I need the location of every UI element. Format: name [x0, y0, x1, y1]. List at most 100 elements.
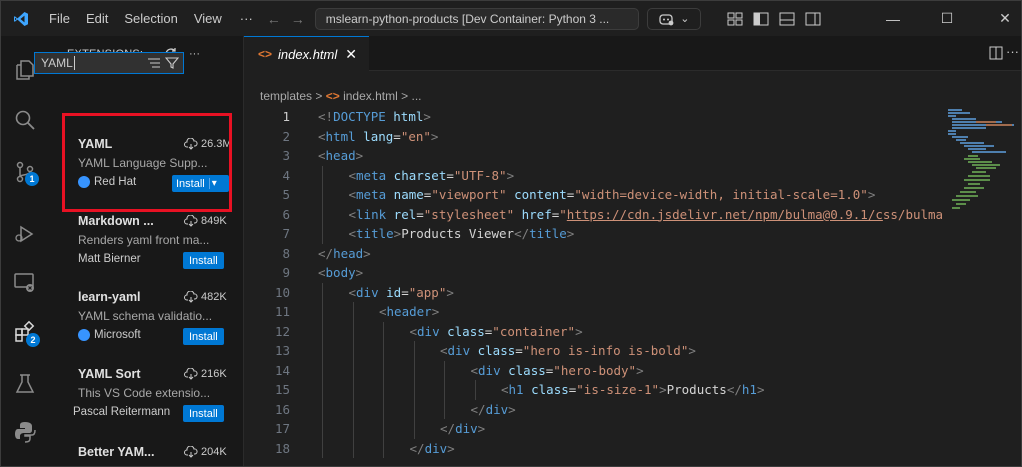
code-editor[interactable]: 1 <!DOCTYPE html> 2 <html lang="en"> 3 <head>…	[244, 107, 1021, 466]
code-token: </	[470, 401, 486, 417]
close-tab-icon[interactable]: ✕	[345, 46, 357, 63]
code-text: <!DOCTYPE html>	[318, 107, 431, 126]
forward-arrow-icon[interactable]: →	[291, 11, 305, 27]
maximize-icon[interactable]: ☐	[927, 1, 967, 36]
minimize-icon[interactable]: —	[873, 1, 913, 36]
extension-item-better-yaml[interactable]: Better YAM... 204K	[77, 437, 237, 466]
extension-item-markdown-yaml[interactable]: Markdown ... 849K Renders yaml front ma.…	[77, 208, 237, 284]
indent-guide	[322, 360, 323, 380]
title-bar: File Edit Selection View ··· ← → mslearn…	[1, 1, 1021, 36]
minimap[interactable]	[946, 107, 1016, 227]
menu-selection[interactable]: Selection	[116, 11, 185, 26]
code-line[interactable]: 15 <h1 class="is-size-1">Products</h1>	[244, 380, 1021, 400]
code-line[interactable]: 10 <div id="app">	[244, 282, 1021, 302]
extension-downloads: 204K	[184, 446, 227, 458]
code-token: class	[500, 362, 546, 378]
line-number: 10	[274, 284, 290, 300]
code-line[interactable]: 13 <div class="hero is-info is-bold">	[244, 341, 1021, 361]
indent-guide	[352, 419, 354, 439]
indent-guide	[444, 380, 445, 400]
code-token: meta	[356, 187, 387, 202]
more-actions-icon[interactable]: ···	[189, 48, 200, 60]
code-token: <	[318, 128, 326, 144]
tab-index-html[interactable]: <> index.html ✕	[244, 36, 369, 71]
install-button[interactable]: Install	[183, 328, 224, 345]
code-token: title	[529, 226, 567, 241]
extension-item-learn-yaml[interactable]: learn-yaml 482K YAML schema validatio...…	[77, 284, 237, 360]
layout-controls	[727, 12, 821, 26]
code-line[interactable]: 5 <meta name="viewport" content="width=de…	[244, 185, 1021, 205]
extensions-search-input[interactable]: YAML	[34, 52, 184, 74]
download-count: 849K	[201, 215, 227, 227]
install-button[interactable]: Install	[183, 405, 224, 422]
code-token: class	[439, 323, 485, 339]
code-token: =	[515, 343, 523, 358]
indent-guide	[413, 380, 415, 400]
extension-item-yaml-sort[interactable]: YAML Sort 216K This VS Code extensio... …	[73, 361, 237, 437]
extension-downloads: 849K	[184, 215, 227, 227]
menu-file[interactable]: File	[41, 11, 78, 26]
code-token: <	[348, 187, 357, 202]
code-token: </	[726, 382, 742, 397]
html-file-icon: <>	[325, 89, 340, 103]
toggle-panel-icon[interactable]	[779, 12, 795, 26]
back-arrow-icon[interactable]: ←	[267, 11, 281, 27]
code-line[interactable]: 9 <body>	[244, 263, 1021, 282]
editor-more-actions-icon[interactable]: ···	[1006, 44, 1019, 59]
install-button[interactable]: Install	[183, 252, 224, 269]
copilot-button[interactable]: ⌄	[646, 7, 701, 30]
code-token: <	[318, 148, 326, 163]
code-token: https://cdn.jsdelivr.net/npm/bulma@0.9.1…	[566, 206, 883, 222]
code-token: "viewport"	[431, 187, 507, 202]
code-line[interactable]: 2 <html lang="en">	[244, 127, 1021, 146]
verified-publisher-icon	[78, 329, 90, 341]
cloud-download-icon	[184, 368, 198, 380]
code-line[interactable]: 16 </div>	[244, 399, 1021, 419]
search-input-value: YAML	[41, 56, 73, 70]
menu-more-icon[interactable]: ···	[240, 11, 253, 26]
text-cursor	[73, 56, 75, 70]
extension-name: YAML Sort	[78, 367, 141, 381]
toggle-secondary-sidebar-icon[interactable]	[805, 12, 821, 26]
code-token: h1	[508, 382, 524, 397]
menu-edit[interactable]: Edit	[78, 11, 116, 26]
code-token: head	[333, 245, 364, 261]
indent-guide	[413, 360, 415, 380]
run-debug-icon[interactable]	[13, 222, 37, 246]
code-line[interactable]: 1 <!DOCTYPE html>	[244, 107, 1021, 126]
code-line[interactable]: 11 <header>	[244, 302, 1021, 322]
code-line[interactable]: 12 <div class="container">	[244, 321, 1021, 341]
clear-filter-icon[interactable]	[147, 57, 161, 69]
extensions-item[interactable]: 2	[13, 320, 40, 347]
breadcrumb-folder[interactable]: templates	[260, 89, 312, 103]
split-editor-icon[interactable]	[989, 46, 1003, 60]
code-token: html	[385, 109, 424, 124]
python-icon[interactable]	[13, 420, 37, 444]
code-token: body	[325, 265, 356, 280]
indent-guide	[322, 165, 323, 185]
source-control-item[interactable]: 1	[13, 160, 39, 186]
code-line[interactable]: 8 </head>	[244, 244, 1021, 263]
line-number: 4	[282, 167, 290, 183]
filter-icon[interactable]	[165, 56, 179, 70]
code-token: <	[470, 362, 479, 378]
testing-icon[interactable]	[13, 372, 37, 396]
command-center[interactable]: mslearn-python-products [Dev Container: …	[314, 7, 639, 30]
code-line[interactable]: 18 </div>	[244, 438, 1021, 458]
code-line[interactable]: 6 <link rel="stylesheet" href="https://cd…	[244, 204, 1021, 224]
code-token: link	[356, 206, 387, 222]
code-line[interactable]: 17 </div>	[244, 419, 1021, 439]
menu-view[interactable]: View	[186, 11, 230, 26]
indent-guide	[352, 360, 354, 380]
remote-explorer-icon[interactable]	[13, 270, 37, 294]
toggle-primary-sidebar-icon[interactable]	[753, 12, 769, 26]
code-line[interactable]: 3 <head>	[244, 146, 1021, 165]
close-icon[interactable]: ✕	[985, 1, 1021, 36]
customize-layout-icon[interactable]	[727, 12, 743, 26]
line-number: 16	[274, 401, 290, 417]
code-line[interactable]: 7 <title>Products Viewer</title>	[244, 224, 1021, 244]
code-line[interactable]: 14 <div class="hero-body">	[244, 360, 1021, 380]
search-icon[interactable]	[13, 108, 37, 132]
code-line[interactable]: 4 <meta charset="UTF-8">	[244, 165, 1021, 185]
breadcrumb-file[interactable]: index.html	[343, 89, 398, 103]
